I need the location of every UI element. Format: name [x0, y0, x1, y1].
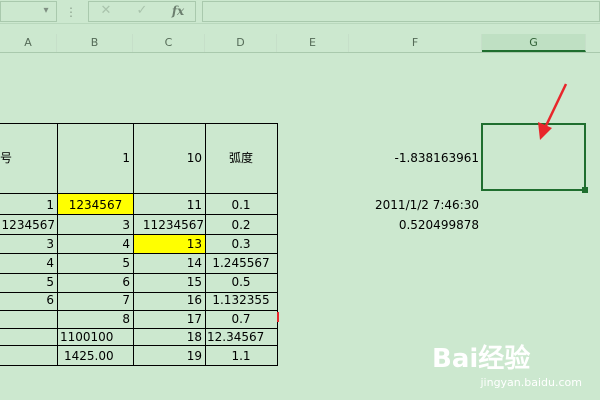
cell-D[interactable]: 0.1: [205, 198, 277, 212]
cell-F[interactable]: 2011/1/2 7:46:30: [340, 198, 479, 212]
more-options-icon[interactable]: ⋮: [64, 3, 78, 21]
cell-C[interactable]: 18: [136, 330, 202, 344]
cell-F-header[interactable]: -1.838163961: [350, 151, 480, 165]
column-header-D[interactable]: D: [205, 34, 277, 52]
cell-A[interactable]: 3: [0, 237, 54, 251]
column-header-C[interactable]: C: [133, 34, 205, 52]
cell-B[interactable]: 6: [60, 275, 130, 289]
cell-A-header[interactable]: 号: [0, 151, 20, 165]
grid-line: [0, 234, 278, 235]
arrow-icon: [538, 83, 568, 140]
cell-C[interactable]: 11234567: [133, 218, 204, 232]
grid-line: [277, 123, 278, 366]
grid-line: [0, 253, 278, 254]
grid-line: [0, 214, 278, 215]
watermark-url: jingyan.baidu.com: [480, 376, 582, 389]
cell-B[interactable]: 5: [60, 256, 130, 270]
cell-C-header[interactable]: 10: [136, 151, 202, 165]
cell-C[interactable]: 19: [136, 349, 202, 363]
cell-A[interactable]: 6: [0, 293, 54, 307]
cell-B-header[interactable]: 1: [60, 151, 130, 165]
cell-A[interactable]: 1: [0, 198, 54, 212]
cell-D-header[interactable]: 弧度: [205, 151, 277, 165]
fill-handle[interactable]: [582, 187, 588, 193]
cell-B[interactable]: 3: [60, 218, 130, 232]
cell-C[interactable]: 11: [136, 198, 202, 212]
cell-D[interactable]: 0.3: [205, 237, 277, 251]
cell-B[interactable]: 4: [60, 237, 130, 251]
cell-D[interactable]: 12.34567: [207, 330, 277, 344]
grid-line: [57, 123, 58, 366]
cell-D[interactable]: 0.7: [205, 312, 277, 326]
cell-B[interactable]: 1234567: [58, 198, 133, 212]
grid-line: [0, 273, 278, 274]
cell-C[interactable]: 15: [136, 275, 202, 289]
cell-C[interactable]: 16: [136, 293, 202, 307]
grid-line: [0, 328, 278, 329]
watermark: Bai经验 jingyan.baidu.com: [432, 338, 582, 394]
insert-function-button[interactable]: fx: [166, 2, 190, 20]
cell-C[interactable]: 13: [136, 237, 202, 251]
column-header-E[interactable]: E: [277, 34, 349, 52]
cell-B[interactable]: 8: [60, 312, 130, 326]
grid-line: [133, 123, 134, 366]
grid-line: [0, 345, 278, 346]
cell-D[interactable]: 1.245567: [205, 256, 277, 270]
column-header-B[interactable]: B: [57, 34, 133, 52]
cell-C[interactable]: 17: [136, 312, 202, 326]
watermark-brand: Bai经验: [432, 344, 531, 374]
grid-line: [0, 310, 278, 311]
grid-line: [0, 193, 278, 194]
cell-D[interactable]: 1.1: [205, 349, 277, 363]
cell-B[interactable]: 1425.00: [64, 349, 132, 363]
error-marker: [277, 312, 279, 322]
column-header-F[interactable]: F: [349, 34, 482, 52]
cell-F[interactable]: 0.520499878: [350, 218, 479, 232]
formula-input[interactable]: [202, 1, 600, 22]
cell-A[interactable]: 1234567: [0, 218, 55, 232]
cell-B[interactable]: 7: [60, 293, 130, 307]
header-divider: [0, 52, 600, 53]
cell-A[interactable]: 4: [0, 256, 54, 270]
cancel-icon[interactable]: ✕: [94, 2, 118, 20]
cell-B[interactable]: 1100100: [60, 330, 132, 344]
cell-D[interactable]: 0.2: [205, 218, 277, 232]
cell-C[interactable]: 14: [136, 256, 202, 270]
chevron-down-icon[interactable]: ▾: [38, 3, 54, 19]
cell-D[interactable]: 1.132355: [205, 293, 277, 307]
cell-A[interactable]: 5: [0, 275, 54, 289]
grid-line: [0, 365, 278, 366]
column-header-A[interactable]: A: [0, 34, 57, 52]
grid-line: [0, 123, 278, 124]
enter-icon[interactable]: ✓: [130, 2, 154, 20]
column-header-G[interactable]: G: [482, 34, 586, 52]
cell-D[interactable]: 0.5: [205, 275, 277, 289]
